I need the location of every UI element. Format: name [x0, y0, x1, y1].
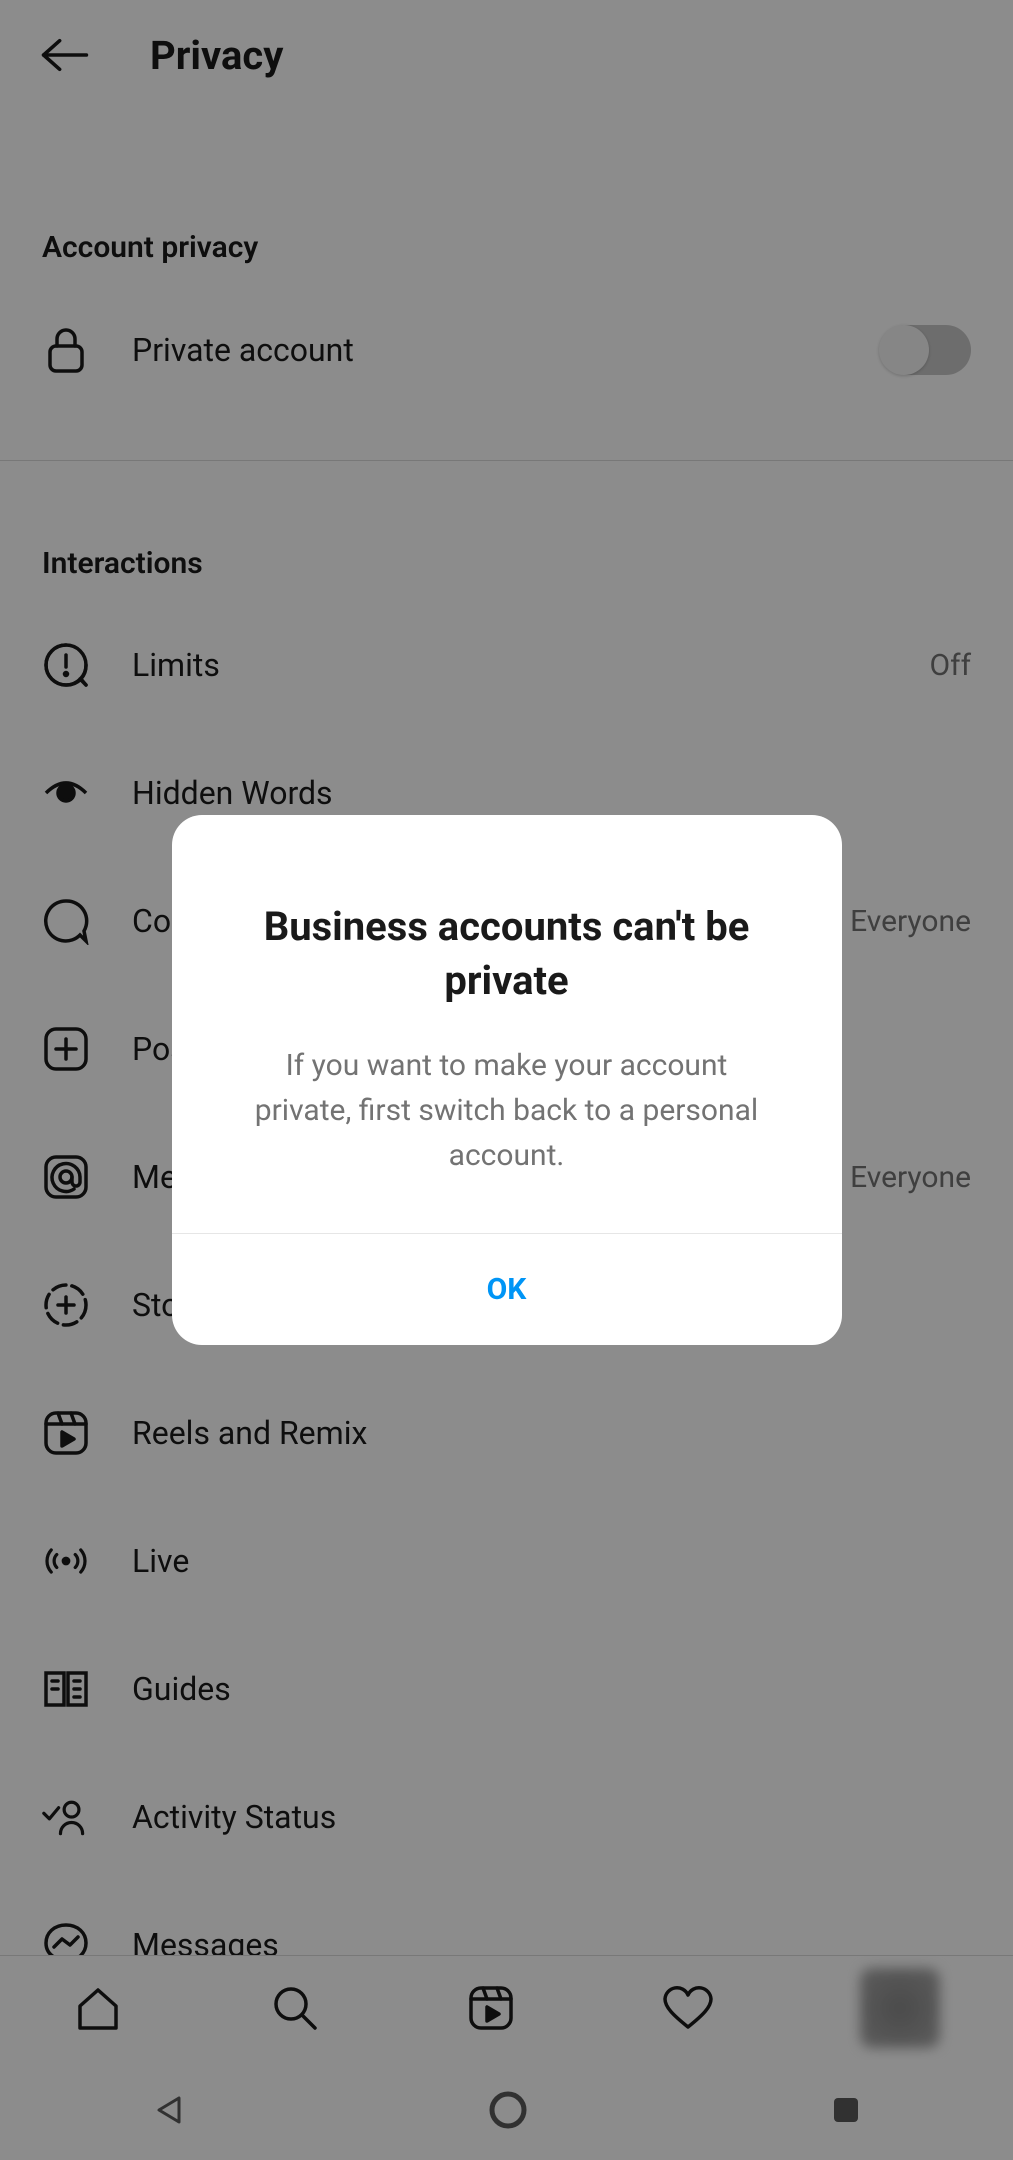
modal-scrim[interactable]: Business accounts can't be private If yo… — [0, 0, 1013, 2160]
dialog-ok-button[interactable]: OK — [172, 1234, 842, 1345]
dialog-body-text: If you want to make your account private… — [242, 1043, 772, 1178]
dialog-title: Business accounts can't be private — [242, 900, 772, 1008]
business-private-dialog: Business accounts can't be private If yo… — [172, 815, 842, 1345]
